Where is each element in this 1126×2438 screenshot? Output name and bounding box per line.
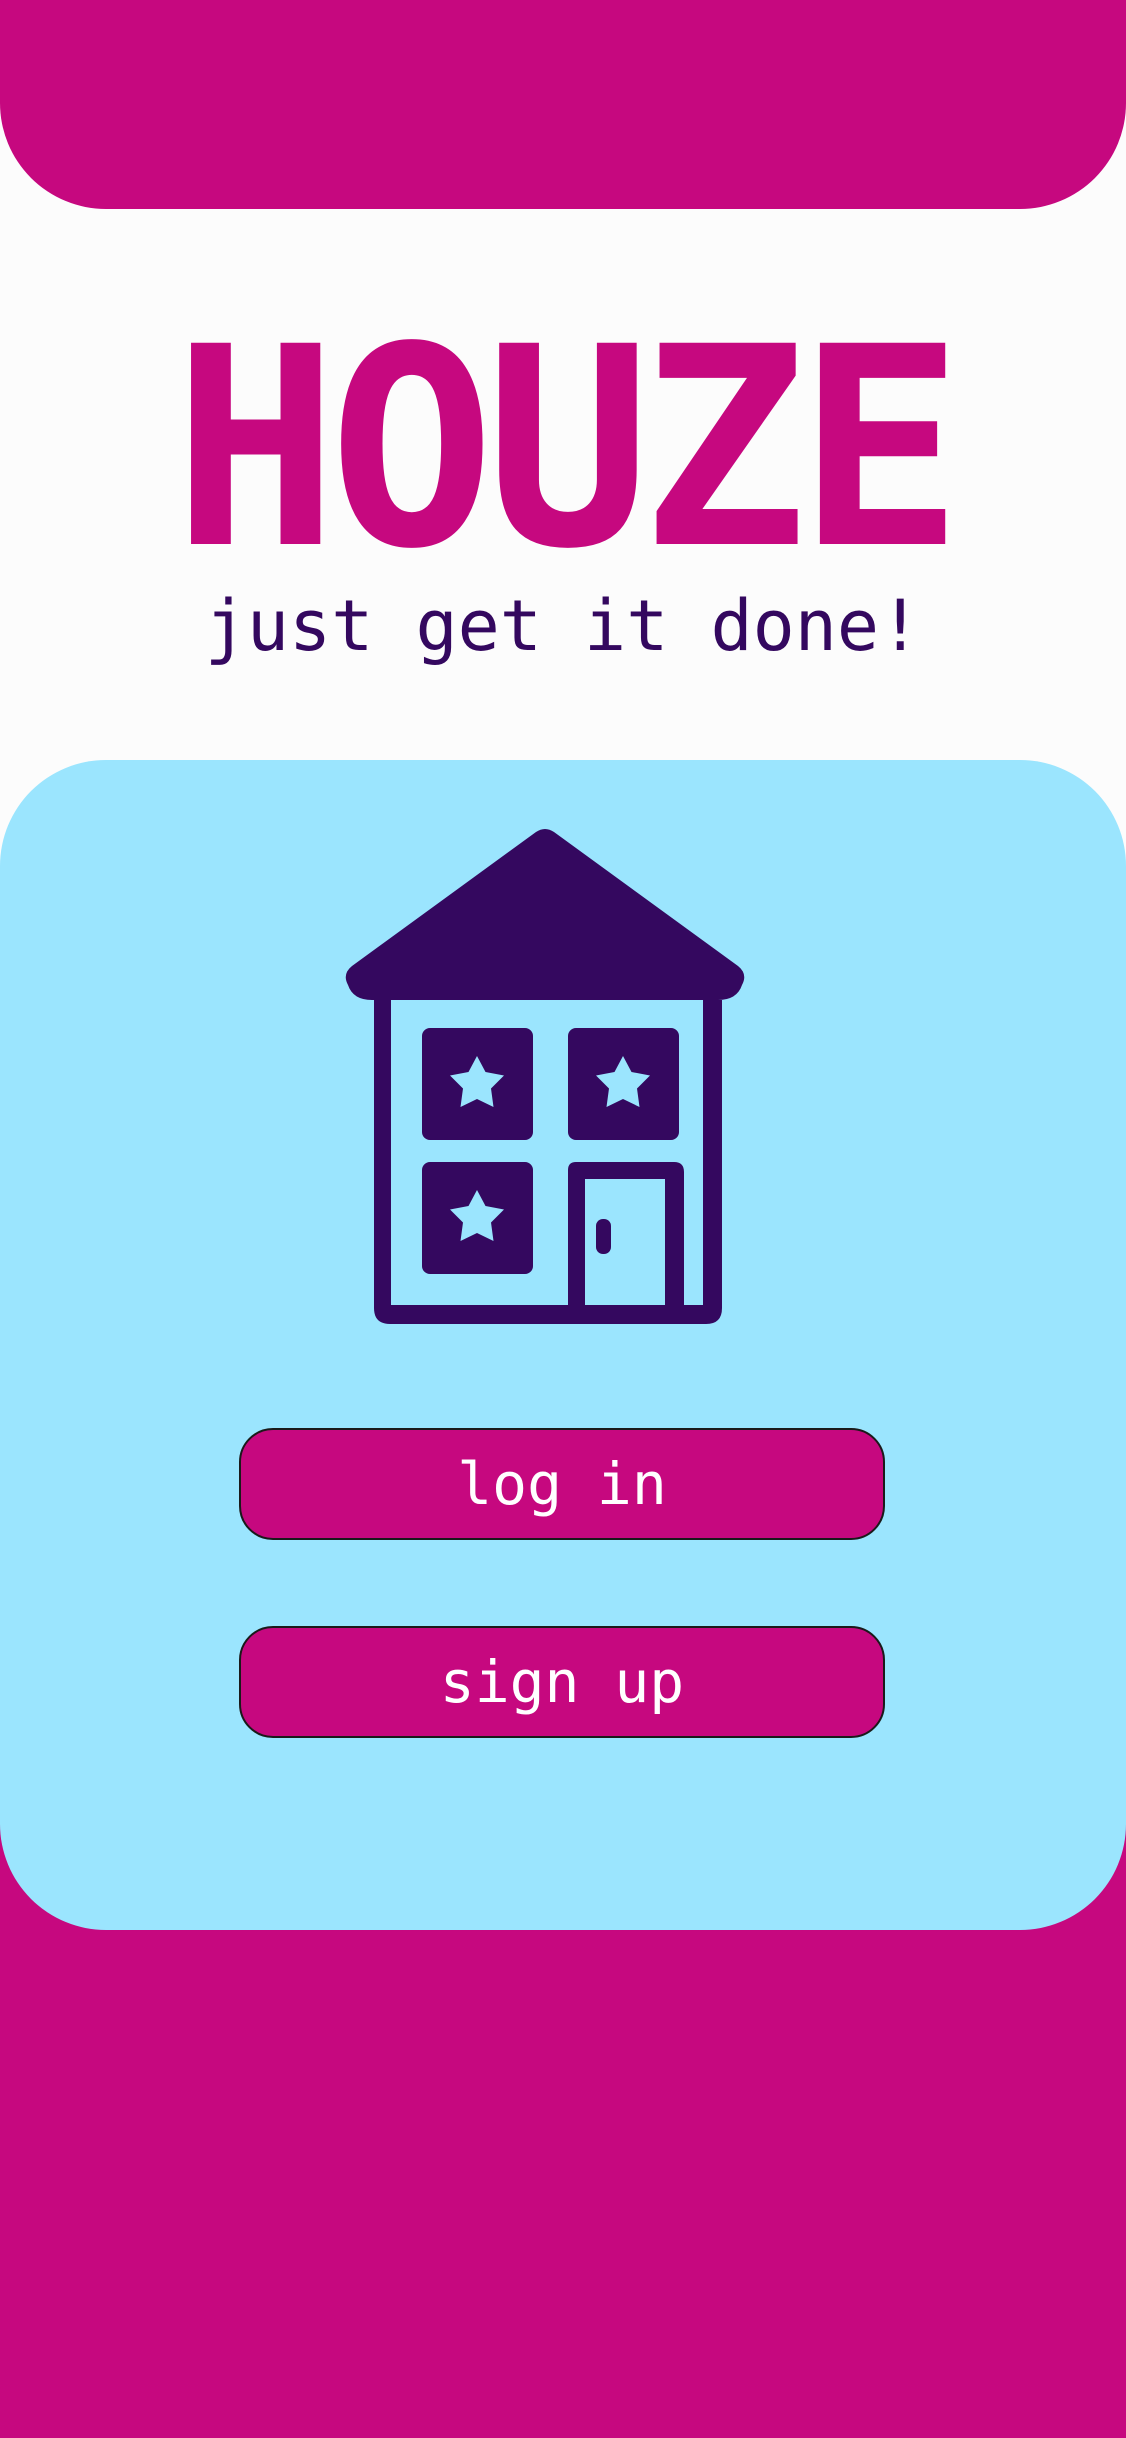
app-title: HOUZE — [172, 289, 964, 610]
login-button[interactable]: log in — [239, 1428, 885, 1540]
house-icon — [345, 829, 745, 1324]
welcome-screen: HOUZE just get it done! log in sign up — [0, 0, 1126, 2438]
app-tagline: just get it done! — [204, 585, 922, 667]
top-banner — [0, 0, 1126, 209]
signup-button[interactable]: sign up — [239, 1626, 885, 1738]
